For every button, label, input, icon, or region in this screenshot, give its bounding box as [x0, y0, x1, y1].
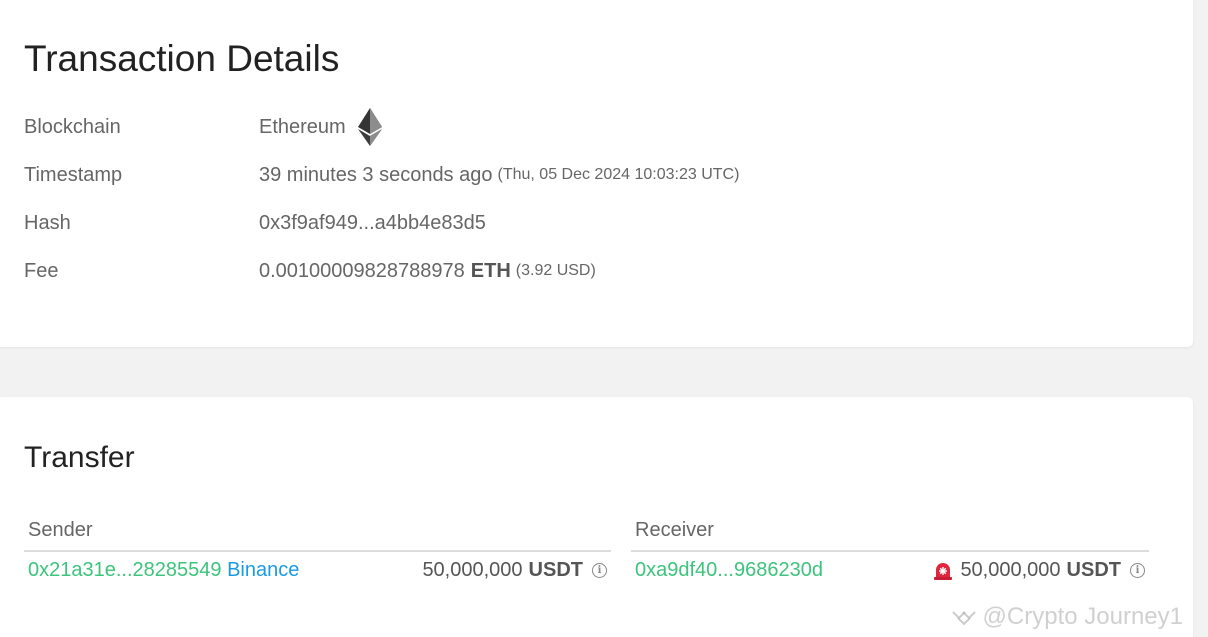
fee-usd: (3.92 USD) — [515, 262, 596, 279]
sender-row: 0x21a31e...28285549 Binance 50,000,000 U… — [24, 552, 611, 589]
transfer-title: Transfer — [24, 441, 135, 474]
ethereum-icon — [357, 108, 382, 146]
receiver-amount-unit: USDT — [1066, 559, 1121, 581]
blockchain-value: Ethereum — [259, 108, 382, 146]
blockchain-name: Ethereum — [259, 115, 346, 138]
hash-label: Hash — [24, 211, 71, 234]
siren-alarm-icon — [934, 562, 953, 580]
timestamp-row: Timestamp 39 minutes 3 seconds ago (Thu,… — [24, 160, 739, 190]
sender-address-group: 0x21a31e...28285549 Binance — [28, 559, 299, 582]
transfer-card: Transfer Sender 0x21a31e...28285549 Bina… — [0, 397, 1193, 637]
page-title: Transaction Details — [24, 38, 340, 79]
sender-amount-unit: USDT — [528, 559, 583, 581]
sender-header: Sender — [24, 515, 611, 552]
sender-address-link[interactable]: 0x21a31e...28285549 — [28, 559, 222, 581]
receiver-amount: 50,000,000 USDT i — [933, 559, 1145, 582]
receiver-header: Receiver — [631, 515, 1149, 552]
timestamp-relative: 39 minutes 3 seconds ago — [259, 163, 493, 186]
fee-row: Fee 0.00100009828788978 ETH (3.92 USD) — [24, 256, 596, 286]
sender-tag-link[interactable]: Binance — [227, 559, 299, 581]
blockchain-row: Blockchain Ethereum — [24, 108, 382, 146]
fee-label: Fee — [24, 259, 59, 282]
watermark-text: @Crypto Journey1 — [982, 603, 1183, 630]
timestamp-label: Timestamp — [24, 163, 123, 186]
fee-unit: ETH — [470, 259, 511, 282]
info-icon[interactable]: i — [1130, 563, 1145, 578]
hash-row: Hash 0x3f9af949...a4bb4e83d5 — [24, 208, 486, 238]
fee-value: 0.00100009828788978 ETH (3.92 USD) — [259, 260, 596, 283]
timestamp-value: 39 minutes 3 seconds ago (Thu, 05 Dec 20… — [259, 164, 739, 187]
sender-amount: 50,000,000 USDT i — [422, 559, 607, 582]
transaction-details-card: Transaction Details Blockchain Ethereum … — [0, 0, 1193, 347]
timestamp-absolute: (Thu, 05 Dec 2024 10:03:23 UTC) — [497, 166, 740, 183]
hash-link[interactable]: 0x3f9af949...a4bb4e83d5 — [259, 212, 486, 235]
receiver-column: Receiver 0xa9df40...9686230d 50,000,000 … — [631, 515, 1149, 589]
sender-amount-value: 50,000,000 — [422, 559, 523, 581]
receiver-address-link[interactable]: 0xa9df40...9686230d — [635, 559, 823, 582]
fee-amount: 0.00100009828788978 — [259, 259, 465, 282]
receiver-amount-value: 50,000,000 — [960, 559, 1061, 581]
sender-column: Sender 0x21a31e...28285549 Binance 50,00… — [24, 515, 611, 589]
receiver-row: 0xa9df40...9686230d 50,000,000 USDT i — [631, 552, 1149, 589]
watermark: @Crypto Journey1 — [951, 603, 1183, 631]
blockchain-label: Blockchain — [24, 115, 121, 138]
info-icon[interactable]: i — [592, 563, 607, 578]
binance-square-icon — [951, 611, 976, 626]
